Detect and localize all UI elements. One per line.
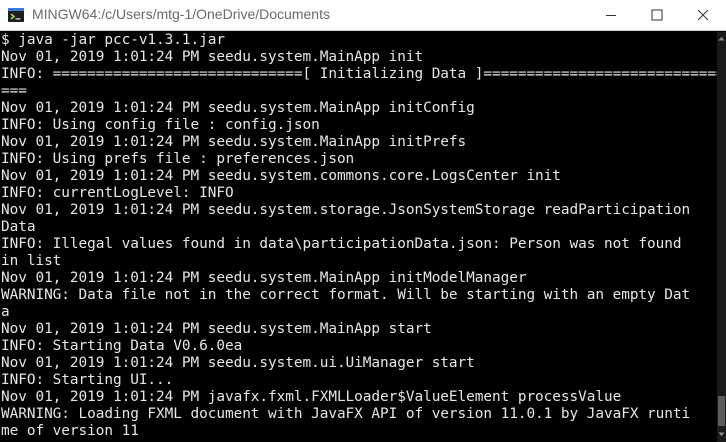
console-line: INFO: Starting Data V0.6.0ea [1,338,243,354]
minimize-button[interactable] [588,0,634,30]
mingw-terminal-icon [8,7,24,23]
console-line: Nov 01, 2019 1:01:24 PM seedu.system.Mai… [1,49,424,65]
close-icon [697,6,709,25]
console-line: me of version 11 [1,423,139,439]
console-line: Nov 01, 2019 1:01:24 PM seedu.system.com… [1,168,561,184]
scrollbar-thumb[interactable] [718,396,725,426]
title-bar[interactable]: MINGW64:/c/Users/mtg-1/OneDrive/Document… [0,0,726,31]
console-line: Nov 01, 2019 1:01:24 PM javafx.fxml.FXML… [1,389,622,405]
console-line: Nov 01, 2019 1:01:24 PM seedu.system.Mai… [1,100,475,116]
console-line: INFO: Starting UI... [1,372,174,388]
vertical-scrollbar[interactable] [717,32,726,442]
console-line: Nov 01, 2019 1:01:24 PM seedu.system.Mai… [1,321,432,337]
console-line: Nov 01, 2019 1:01:24 PM seedu.system.ui.… [1,355,475,371]
window-title: MINGW64:/c/Users/mtg-1/OneDrive/Document… [32,6,330,22]
close-button[interactable] [680,0,726,30]
console-line: INFO: Using config file : config.json [1,117,320,133]
maximize-button[interactable] [634,0,680,30]
console-line: a [1,304,10,320]
console-line: INFO: currentLogLevel: INFO [1,185,234,201]
console-line: Nov 01, 2019 1:01:24 PM seedu.system.sto… [1,202,691,218]
scroll-up-arrow-icon[interactable] [717,32,726,44]
console-line: Nov 01, 2019 1:01:24 PM seedu.system.Mai… [1,134,467,150]
scroll-down-arrow-icon[interactable] [717,428,726,440]
console-line: INFO: =============================[ Ini… [1,66,717,82]
console-line: WARNING: Data file not in the correct fo… [1,287,691,303]
console-line: Data [1,219,36,235]
console-line: === [1,83,27,99]
minimize-icon [605,6,617,25]
terminal-output[interactable]: $ java -jar pcc-v1.3.1.jar Nov 01, 2019 … [0,32,717,442]
console-line: $ java -jar pcc-v1.3.1.jar [1,32,225,48]
console-line: Nov 01, 2019 1:01:24 PM seedu.system.Mai… [1,270,527,286]
console-line: WARNING: Loading FXML document with Java… [1,406,691,422]
console-line: in list [1,253,62,269]
console-line: INFO: Using prefs file : preferences.jso… [1,151,355,167]
terminal-window: MINGW64:/c/Users/mtg-1/OneDrive/Document… [0,0,726,442]
maximize-icon [651,6,663,25]
console-line: INFO: Illegal values found in data\parti… [1,236,682,252]
